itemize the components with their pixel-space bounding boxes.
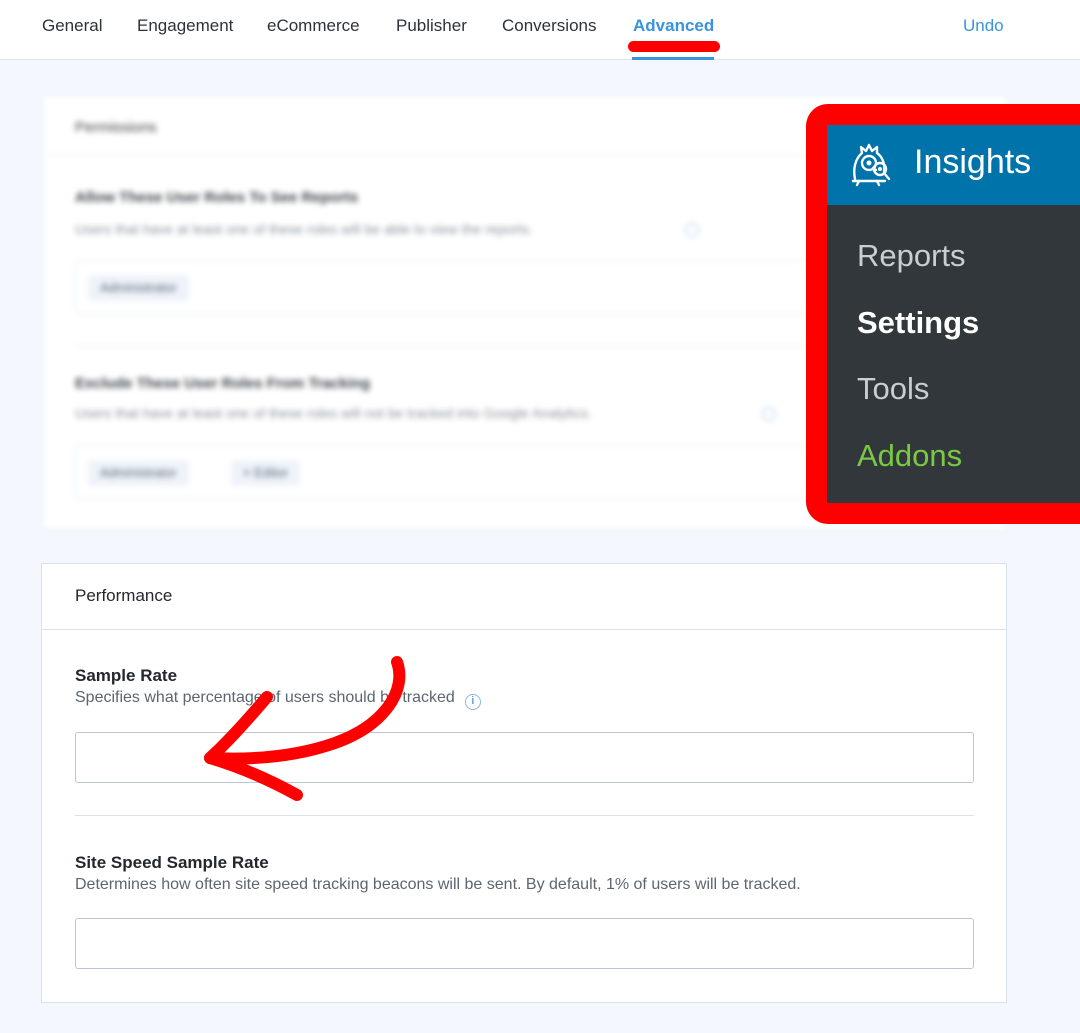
- performance-title: Performance: [75, 586, 173, 605]
- insights-menu-callout: Insights Reports Settings Tools Addons: [806, 104, 1080, 524]
- menu-item-tools[interactable]: Tools: [857, 371, 929, 407]
- info-icon[interactable]: i: [464, 694, 481, 710]
- insights-menu-header[interactable]: Insights: [827, 125, 1080, 205]
- undo-link[interactable]: Undo: [963, 16, 1004, 36]
- sample-rate-label: Sample Rate: [75, 666, 178, 685]
- tab-advanced[interactable]: Advanced: [633, 16, 714, 36]
- site-speed-sample-rate-input[interactable]: [75, 918, 974, 969]
- info-icon[interactable]: [762, 407, 776, 421]
- menu-item-addons[interactable]: Addons: [857, 438, 962, 474]
- insights-admin-menu: Insights Reports Settings Tools Addons: [827, 125, 1080, 503]
- insights-menu-title: Insights: [914, 143, 1032, 181]
- performance-panel: Performance Sample Rate Specifies what p…: [41, 563, 1007, 1003]
- tab-general[interactable]: General: [42, 16, 102, 36]
- settings-tab-bar: General Engagement eCommerce Publisher C…: [0, 0, 1080, 60]
- tab-publisher[interactable]: Publisher: [396, 16, 467, 36]
- annotation-arrow-icon: [204, 656, 406, 801]
- tab-conversions[interactable]: Conversions: [502, 16, 597, 36]
- permissions-title: Permissions: [75, 119, 157, 136]
- view-reports-description: Users that have at least one of these ro…: [75, 221, 533, 237]
- tab-engagement[interactable]: Engagement: [137, 16, 233, 36]
- info-icon[interactable]: [685, 223, 699, 237]
- site-speed-sample-rate-description: Determines how often site speed tracking…: [75, 876, 801, 893]
- role-chip: Administrator: [88, 460, 189, 486]
- menu-item-reports[interactable]: Reports: [857, 238, 966, 274]
- exclude-tracking-description: Users that have at least one of these ro…: [75, 405, 592, 421]
- menu-item-settings[interactable]: Settings: [857, 305, 979, 341]
- annotation-underline: [628, 41, 720, 52]
- site-speed-sample-rate-label: Site Speed Sample Rate: [75, 853, 269, 872]
- insights-monster-icon: [851, 143, 891, 187]
- view-reports-label: Allow These User Roles To See Reports: [75, 189, 359, 206]
- tab-ecommerce[interactable]: eCommerce: [267, 16, 360, 36]
- active-tab-indicator: [632, 57, 714, 60]
- role-chip: Administrator: [88, 275, 189, 301]
- exclude-tracking-label: Exclude These User Roles From Tracking: [75, 375, 371, 392]
- role-chip: × Editor: [231, 460, 301, 486]
- panel-divider: [42, 629, 1006, 630]
- field-divider: [75, 815, 974, 816]
